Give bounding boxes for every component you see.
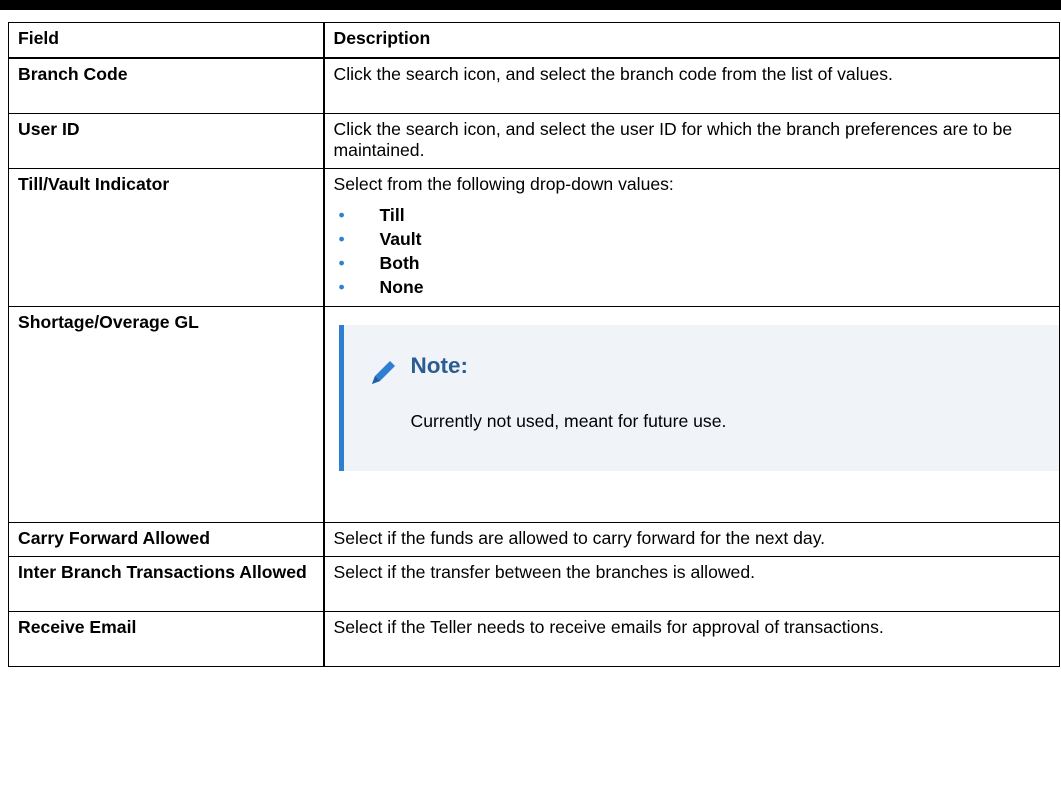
table-row: Shortage/Overage GL Note: Currently not … <box>8 305 1060 523</box>
pencil-icon <box>371 360 395 384</box>
field-description: Select if the transfer between the branc… <box>323 555 1060 612</box>
bullet-icon: • <box>338 228 345 249</box>
bullet-icon: • <box>338 252 345 273</box>
column-header-field: Field <box>8 22 325 59</box>
list-item: • Vault <box>334 227 1052 251</box>
option-label: Both <box>379 252 420 273</box>
top-rule <box>0 0 1061 10</box>
field-name: Receive Email <box>8 610 325 667</box>
list-item: • None <box>334 275 1052 299</box>
field-name: Inter Branch Transactions Allowed <box>8 555 325 612</box>
note-body: Currently not used, meant for future use… <box>410 410 727 431</box>
table-row: User ID Click the search icon, and selec… <box>8 112 1060 169</box>
field-description: Select if the Teller needs to receive em… <box>323 610 1060 667</box>
list-item: • Both <box>334 251 1052 275</box>
column-header-description: Description <box>323 22 1060 59</box>
table-header-row: Field Description <box>8 22 1060 59</box>
note-title: Note: <box>410 352 469 378</box>
field-description: Select from the following drop-down valu… <box>323 167 1060 307</box>
field-description: Click the search icon, and select the br… <box>323 57 1060 114</box>
option-label: Vault <box>379 228 422 249</box>
field-description: Note: Currently not used, meant for futu… <box>323 305 1060 523</box>
field-name: Till/Vault Indicator <box>8 167 325 307</box>
table-row: Carry Forward Allowed Select if the fund… <box>8 521 1060 557</box>
field-description-table: Field Description Branch Code Click the … <box>8 22 1060 667</box>
table-row: Inter Branch Transactions Allowed Select… <box>8 555 1060 612</box>
note-callout: Note: Currently not used, meant for futu… <box>338 324 1059 471</box>
field-name: Shortage/Overage GL <box>8 305 325 523</box>
description-text: Select from the following drop-down valu… <box>333 173 674 194</box>
field-name: User ID <box>8 112 325 169</box>
option-label: Till <box>379 204 405 225</box>
option-list: • Till • Vault • Both • None <box>334 203 1052 299</box>
bullet-icon: • <box>338 276 345 297</box>
field-name: Branch Code <box>8 57 325 114</box>
option-label: None <box>379 276 424 297</box>
list-item: • Till <box>334 203 1052 227</box>
table-row: Branch Code Click the search icon, and s… <box>8 57 1060 114</box>
bullet-icon: • <box>338 204 345 225</box>
field-name: Carry Forward Allowed <box>8 521 325 557</box>
table-row: Receive Email Select if the Teller needs… <box>8 610 1060 667</box>
field-description: Click the search icon, and select the us… <box>323 112 1060 169</box>
field-description: Select if the funds are allowed to carry… <box>323 521 1060 557</box>
table-row: Till/Vault Indicator Select from the fol… <box>8 167 1060 307</box>
